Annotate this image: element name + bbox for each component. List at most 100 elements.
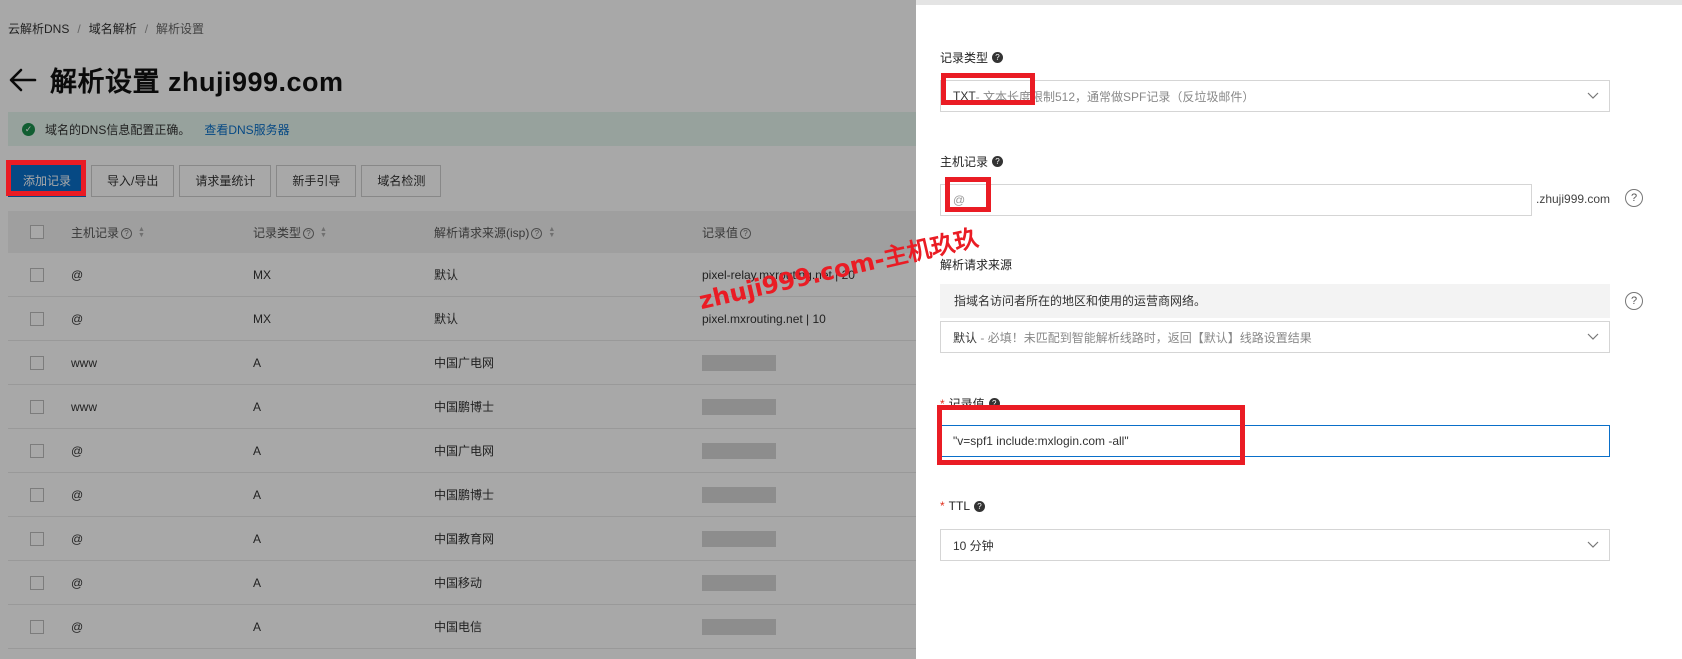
- cell-host: @: [71, 267, 84, 282]
- cell-host: @: [71, 531, 84, 546]
- cell-value: pixel-relay.mxrouting.net | 20: [702, 267, 855, 282]
- breadcrumb-item-dns[interactable]: 云解析DNS: [8, 22, 69, 36]
- cell-type: A: [253, 399, 262, 414]
- table-row[interactable]: @ A 中国教育网: [8, 517, 916, 561]
- chevron-down-icon: [1587, 330, 1599, 342]
- cell-host: @: [71, 443, 84, 458]
- page-title: 解析设置 zhuji999.com: [50, 67, 344, 97]
- cell-type: A: [253, 575, 262, 590]
- table-row[interactable]: www A 中国广电网: [8, 341, 916, 385]
- cell-value-redacted: [702, 442, 916, 459]
- cell-value-redacted: [702, 574, 916, 591]
- domain-check-button[interactable]: 域名检测: [361, 165, 442, 197]
- breadcrumb-item-current: 解析设置: [156, 22, 205, 36]
- host-record-input[interactable]: @: [940, 184, 1532, 216]
- column-header-type[interactable]: 记录类型? ▲ ▼: [253, 224, 434, 241]
- chevron-down-icon: [1587, 89, 1599, 101]
- cell-isp: 中国教育网: [434, 532, 495, 546]
- help-icon: ?: [303, 227, 315, 239]
- table-row[interactable]: @ A 中国移动: [8, 561, 916, 605]
- import-export-button[interactable]: 导入/导出: [91, 165, 175, 197]
- record-type-label: 记录类型?: [940, 49, 1004, 66]
- row-checkbox[interactable]: [30, 575, 44, 590]
- cell-isp: 中国电信: [434, 620, 483, 634]
- cell-value-redacted: [702, 398, 916, 415]
- table-row[interactable]: @ MX 默认 pixel-relay.mxrouting.net | 20: [8, 253, 916, 297]
- add-record-button[interactable]: 添加记录: [8, 165, 86, 197]
- table-row[interactable]: @ A 中国鹏博士: [8, 473, 916, 517]
- dns-status-notice: ✓ 域名的DNS信息配置正确。 查看DNS服务器: [8, 112, 916, 146]
- row-checkbox[interactable]: [30, 487, 44, 502]
- cell-value-redacted: [702, 530, 916, 547]
- table-row[interactable]: www A 中国鹏博士: [8, 385, 916, 429]
- cell-type: A: [253, 443, 262, 458]
- beginner-guide-button[interactable]: 新手引导: [276, 165, 357, 197]
- column-header-isp[interactable]: 解析请求来源(isp)? ▲ ▼: [434, 224, 702, 241]
- record-value-input[interactable]: "v=spf1 include:mxlogin.com -all": [940, 425, 1610, 457]
- isp-source-hint: - 必填！未匹配到智能解析线路时，返回【默认】线路设置结果: [980, 330, 1312, 345]
- row-checkbox[interactable]: [30, 619, 44, 634]
- required-marker: *: [940, 396, 945, 411]
- isp-source-select[interactable]: 默认 - 必填！未匹配到智能解析线路时，返回【默认】线路设置结果: [940, 321, 1610, 353]
- cell-value: pixel.mxrouting.net | 10: [702, 311, 826, 326]
- row-checkbox[interactable]: [30, 311, 44, 326]
- help-icon[interactable]: ?: [988, 398, 1000, 409]
- breadcrumb-item-domain-resolution[interactable]: 域名解析: [89, 22, 137, 36]
- redacted-value: [702, 618, 776, 635]
- table-row[interactable]: @ MX 默认 pixel.mxrouting.net | 10: [8, 297, 916, 341]
- table-row[interactable]: @ A 中国广电网: [8, 429, 916, 473]
- row-checkbox[interactable]: [30, 267, 44, 282]
- notice-text: 域名的DNS信息配置正确。: [45, 122, 191, 137]
- column-header-value: 记录值?: [702, 224, 916, 241]
- isp-source-description: 指域名访问者所在的地区和使用的运营商网络。: [940, 284, 1610, 318]
- chevron-down-icon: [1587, 538, 1599, 550]
- back-arrow-icon[interactable]: [8, 65, 38, 95]
- help-icon: ?: [531, 227, 543, 239]
- help-icon[interactable]: ?: [992, 156, 1004, 167]
- help-icon[interactable]: ?: [974, 500, 986, 512]
- record-type-select[interactable]: TXT - 文本长度限制512，通常做SPF记录（反垃圾邮件）: [940, 80, 1610, 112]
- cell-isp: 中国广电网: [434, 444, 495, 458]
- table-row[interactable]: @ A 中国电信: [8, 605, 916, 649]
- row-checkbox[interactable]: [30, 443, 44, 458]
- redacted-value: [702, 574, 776, 591]
- cell-isp: 默认: [434, 312, 459, 326]
- redacted-value: [702, 354, 776, 371]
- ttl-label: * TTL?: [940, 499, 986, 513]
- help-icon: ?: [121, 227, 133, 239]
- help-icon[interactable]: ?: [992, 52, 1004, 63]
- record-value-label: * 记录值?: [940, 395, 1000, 412]
- cell-type: MX: [253, 267, 271, 282]
- page-header: 解析设置 zhuji999.com: [8, 60, 344, 99]
- ttl-select[interactable]: 10 分钟: [940, 529, 1610, 561]
- cell-type: A: [253, 355, 262, 370]
- select-all-checkbox[interactable]: [30, 225, 44, 240]
- sort-icon[interactable]: ▲ ▼: [138, 226, 145, 239]
- cell-host: @: [71, 575, 84, 590]
- cell-host: @: [71, 311, 84, 326]
- cell-isp: 中国鹏博士: [434, 488, 495, 502]
- cell-value-redacted: [702, 618, 916, 635]
- sort-icon[interactable]: ▲ ▼: [320, 226, 327, 239]
- cell-host: @: [71, 487, 84, 502]
- check-circle-icon: ✓: [22, 122, 35, 136]
- cell-isp: 中国广电网: [434, 356, 495, 370]
- required-marker: *: [940, 499, 945, 513]
- cell-type: MX: [253, 311, 271, 326]
- row-checkbox[interactable]: [30, 355, 44, 370]
- add-record-drawer: 记录类型? TXT - 文本长度限制512，通常做SPF记录（反垃圾邮件） 主机…: [916, 0, 1682, 659]
- column-header-host[interactable]: 主机记录? ▲ ▼: [71, 224, 253, 241]
- cell-type: A: [253, 531, 262, 546]
- row-checkbox[interactable]: [30, 399, 44, 414]
- view-dns-servers-link[interactable]: 查看DNS服务器: [204, 121, 289, 138]
- cell-type: A: [253, 487, 262, 502]
- record-type-description: - 文本长度限制512，通常做SPF记录（反垃圾邮件）: [975, 89, 1255, 104]
- question-circle-icon[interactable]: ?: [1625, 292, 1643, 310]
- sort-icon[interactable]: ▲ ▼: [548, 226, 555, 239]
- row-checkbox[interactable]: [30, 531, 44, 546]
- breadcrumb: 云解析DNS / 域名解析 / 解析设置: [8, 22, 205, 36]
- cell-host: www: [71, 355, 97, 370]
- domain-suffix: .zhuji999.com: [1536, 192, 1611, 206]
- request-stats-button[interactable]: 请求量统计: [179, 165, 272, 197]
- question-circle-icon[interactable]: ?: [1625, 189, 1643, 207]
